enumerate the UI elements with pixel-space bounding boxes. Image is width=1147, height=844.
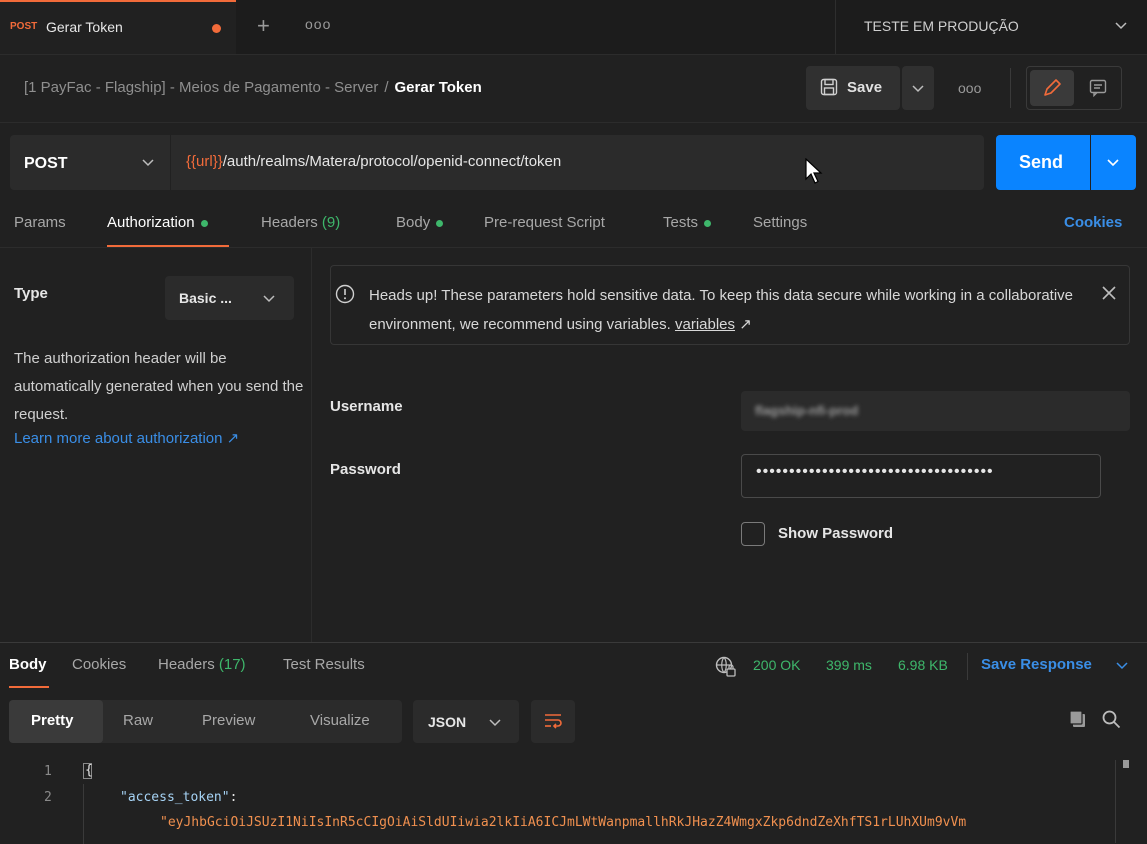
username-label: Username <box>330 398 403 415</box>
tab-params[interactable]: Params <box>14 214 66 231</box>
chevron-down-icon[interactable] <box>1107 159 1119 167</box>
json-key: "access_token" <box>120 790 230 805</box>
line-number: 1 <box>44 764 52 779</box>
breadcrumb: [1 PayFac - Flagship] - Meios de Pagamen… <box>24 79 482 96</box>
password-label: Password <box>330 461 401 478</box>
auth-type-label: Type <box>14 285 48 302</box>
chevron-down-icon[interactable] <box>489 719 501 727</box>
code-line-key: "access_token": <box>120 790 237 805</box>
url-input-value[interactable]: {{url}}/auth/realms/Matera/protocol/open… <box>186 153 561 170</box>
breadcrumb-current[interactable]: Gerar Token <box>395 79 482 96</box>
password-value[interactable]: •••••••••••••••••••••••••••••••••••• <box>756 463 994 481</box>
json-string-value: "eyJhbGciOiJSUzI1NiIsInR5cCIgOiAiSldUIiw… <box>160 815 967 830</box>
format-select-value[interactable]: JSON <box>428 714 466 730</box>
headers-count: (9) <box>321 214 341 231</box>
view-tab-raw[interactable]: Raw <box>123 712 153 729</box>
show-password-label[interactable]: Show Password <box>778 525 893 542</box>
status-divider <box>967 653 968 680</box>
status-dot <box>436 219 444 227</box>
new-tab-plus-icon[interactable]: + <box>257 13 270 39</box>
chevron-down-icon[interactable] <box>263 295 275 303</box>
tab-more-icon[interactable]: ooo <box>305 16 331 32</box>
response-tab-test-results[interactable]: Test Results <box>283 656 365 673</box>
copy-icon[interactable] <box>1069 710 1087 728</box>
chevron-down-icon[interactable] <box>1115 22 1127 30</box>
chevron-down-icon[interactable] <box>912 85 924 93</box>
panel-divider <box>311 248 312 642</box>
cookies-link[interactable]: Cookies <box>1064 214 1122 231</box>
response-tab-headers-label: Headers <box>158 656 215 673</box>
tab-tests-label: Tests <box>663 214 699 231</box>
auth-type-value[interactable]: Basic ... <box>179 290 232 306</box>
json-colon: : <box>229 790 238 805</box>
tab-authorization-label: Authorization <box>107 214 195 231</box>
tab-settings[interactable]: Settings <box>753 214 807 231</box>
environment-selector[interactable]: TESTE EM PRODUÇÃO <box>864 18 1019 34</box>
code-line-open-brace: { <box>85 763 93 778</box>
view-tab-pretty[interactable]: Pretty <box>31 712 74 729</box>
tab-headers-label: Headers <box>261 214 318 231</box>
search-icon[interactable] <box>1102 710 1121 729</box>
unsaved-dot <box>212 24 221 33</box>
toolbar-divider <box>1010 68 1011 108</box>
code-scrollbar-track[interactable] <box>1115 760 1116 843</box>
info-icon <box>335 284 355 304</box>
tab-authorization[interactable]: Authorization <box>107 214 208 231</box>
variables-link[interactable]: variables <box>675 316 735 333</box>
wrap-lines-icon[interactable] <box>543 712 563 730</box>
tabs-divider <box>0 247 1147 248</box>
url-variable: {{url}} <box>186 153 223 170</box>
response-headers-count: (17) <box>218 656 246 673</box>
active-response-tab-indicator <box>9 686 49 688</box>
network-globe-icon[interactable] <box>715 656 737 678</box>
tab-method-badge: POST <box>10 21 38 32</box>
code-scrollbar-thumb[interactable] <box>1123 760 1129 768</box>
view-tab-preview[interactable]: Preview <box>202 712 255 729</box>
status-dot <box>200 219 208 227</box>
indent-guide <box>83 784 84 844</box>
auth-description: The authorization header will be automat… <box>14 350 304 423</box>
save-icon <box>820 78 838 96</box>
more-actions-icon[interactable]: ooo <box>958 80 981 96</box>
response-tab-headers[interactable]: Headers (17) <box>158 656 246 673</box>
show-password-checkbox[interactable] <box>741 522 765 546</box>
pencil-icon[interactable] <box>1042 78 1062 98</box>
breadcrumb-separator: / <box>384 79 389 96</box>
tab-headers[interactable]: Headers (9) <box>261 214 340 231</box>
line-number: 2 <box>44 790 52 805</box>
response-status[interactable]: 200 OK <box>753 657 800 673</box>
tab-prerequest-script[interactable]: Pre-request Script <box>484 214 605 231</box>
response-time[interactable]: 399 ms <box>826 657 872 673</box>
url-path: /auth/realms/Matera/protocol/openid-conn… <box>222 153 562 170</box>
response-size[interactable]: 6.98 KB <box>898 657 948 673</box>
view-tab-visualize[interactable]: Visualize <box>310 712 370 729</box>
tab-tests[interactable]: Tests <box>663 214 712 231</box>
mouse-cursor-icon <box>805 158 823 184</box>
status-dot <box>704 219 712 227</box>
breadcrumb-collection[interactable]: [1 PayFac - Flagship] - Meios de Pagamen… <box>24 79 378 96</box>
tab-body-label: Body <box>396 214 431 231</box>
save-button-label[interactable]: Save <box>847 79 882 96</box>
tab-body[interactable]: Body <box>396 214 444 231</box>
response-tab-cookies[interactable]: Cookies <box>72 656 126 673</box>
save-response-button[interactable]: Save Response <box>981 656 1092 673</box>
header-divider <box>0 122 1147 123</box>
env-divider <box>835 0 836 54</box>
username-value-blurred[interactable]: flagship-nfi-prod <box>755 403 858 418</box>
tab-title[interactable]: Gerar Token <box>46 19 123 35</box>
learn-more-link[interactable]: Learn more about authorization ↗ <box>14 429 239 447</box>
comment-icon[interactable] <box>1089 79 1107 97</box>
close-icon[interactable] <box>1101 285 1117 301</box>
method-select-value[interactable]: POST <box>24 155 68 173</box>
chevron-down-icon[interactable] <box>142 159 154 167</box>
response-divider[interactable] <box>0 642 1147 643</box>
external-link-icon: ↗ <box>739 316 752 333</box>
response-tab-body[interactable]: Body <box>9 656 47 673</box>
chevron-down-icon[interactable] <box>1116 662 1128 670</box>
send-button-label[interactable]: Send <box>1019 152 1063 173</box>
banner-message: Heads up! These parameters hold sensitiv… <box>369 281 1094 339</box>
